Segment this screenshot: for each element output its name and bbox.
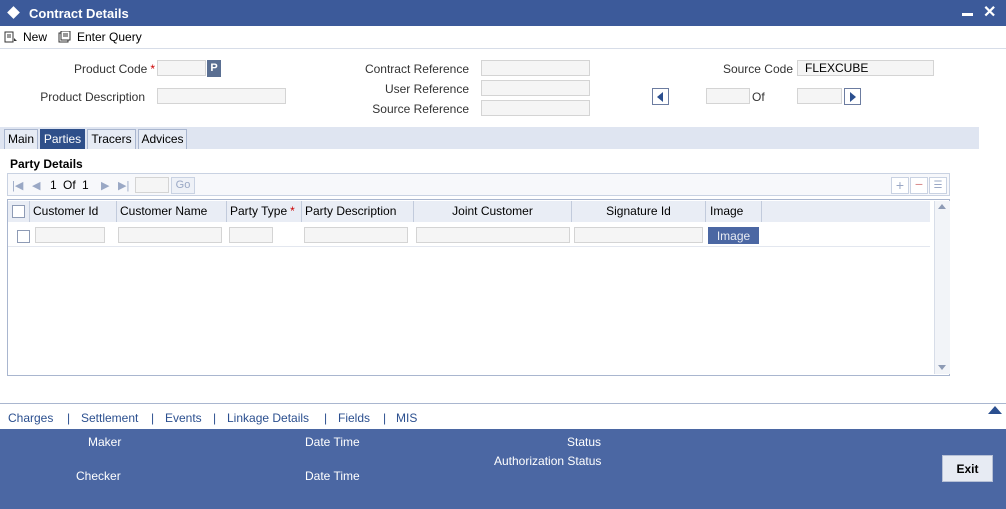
checker-label: Checker <box>76 469 121 483</box>
link-separator: | <box>324 411 328 425</box>
pager-current: 1 <box>50 178 57 192</box>
link-linkage-details[interactable]: Linkage Details <box>227 411 309 425</box>
link-settlement[interactable]: Settlement <box>81 411 138 425</box>
source-code-label: Source Code <box>722 62 793 76</box>
scroll-down-icon[interactable] <box>938 365 946 370</box>
pager-goto-input[interactable] <box>135 177 169 193</box>
user-reference-label: User Reference <box>384 82 469 96</box>
single-view-icon[interactable]: ☰ <box>929 177 947 194</box>
new-button[interactable]: New <box>4 29 47 45</box>
signature-id-input[interactable] <box>574 227 703 243</box>
party-details-title: Party Details <box>10 157 83 171</box>
minimize-icon[interactable] <box>962 13 973 16</box>
user-reference-input[interactable] <box>481 80 590 96</box>
status-label: Status <box>567 435 602 449</box>
enter-query-button[interactable]: Enter Query <box>58 29 142 45</box>
previous-arrow-icon <box>657 92 663 102</box>
pager-of: Of <box>63 178 76 192</box>
audit-footer: Maker Date Time Status Authorization Sta… <box>0 429 1006 509</box>
header-filler <box>762 201 930 222</box>
tab-strip: Main Parties Tracers Advices <box>0 127 979 149</box>
required-mark: * <box>150 62 155 76</box>
row-checkbox[interactable] <box>17 230 30 243</box>
product-description-input[interactable] <box>157 88 286 104</box>
maker-date-time-label: Date Time <box>305 435 360 449</box>
enter-query-label: Enter Query <box>77 30 142 44</box>
source-reference-input[interactable] <box>481 100 590 116</box>
col-party-description: Party Description <box>302 201 414 222</box>
header-select-all-cell <box>8 201 30 222</box>
party-details-grid: Customer Id Customer Name Party Type * Pa… <box>7 199 950 376</box>
prev-page-icon[interactable]: ◀ <box>32 179 40 192</box>
product-code-label: Product Code * <box>40 62 155 76</box>
link-fields[interactable]: Fields <box>338 411 370 425</box>
exit-button[interactable]: Exit <box>942 455 993 482</box>
maker-label: Maker <box>88 435 122 449</box>
grid-vertical-scrollbar[interactable] <box>934 201 950 374</box>
contract-reference-input[interactable] <box>481 60 590 76</box>
close-icon[interactable]: ✕ <box>983 2 996 22</box>
link-bar: Charges | Settlement | Events | Linkage … <box>0 403 1006 430</box>
pager-go-button[interactable]: Go <box>171 177 195 194</box>
checker-date-time-label: Date Time <box>305 469 360 483</box>
next-page-icon[interactable]: ▶ <box>101 179 109 192</box>
col-party-type-text: Party Type <box>230 204 288 218</box>
enter-query-icon <box>58 31 71 43</box>
collapse-up-icon[interactable] <box>988 406 1002 414</box>
link-separator: | <box>213 411 217 425</box>
party-type-required-mark: * <box>290 204 295 218</box>
scroll-up-icon[interactable] <box>938 204 946 209</box>
product-description-label: Product Description <box>40 90 145 104</box>
link-mis[interactable]: MIS <box>396 411 417 425</box>
col-customer-name: Customer Name <box>117 201 227 222</box>
next-arrow-icon <box>850 92 856 102</box>
customer-name-input[interactable] <box>118 227 222 243</box>
col-signature-id: Signature Id <box>572 201 706 222</box>
link-events[interactable]: Events <box>165 411 202 425</box>
source-code-input[interactable]: FLEXCUBE <box>797 60 934 76</box>
tab-parties[interactable]: Parties <box>40 129 85 149</box>
next-record-button[interactable] <box>844 88 861 105</box>
select-all-checkbox[interactable] <box>12 205 25 218</box>
source-reference-label: Source Reference <box>372 102 469 116</box>
product-code-input[interactable] <box>157 60 206 76</box>
delete-row-icon[interactable]: − <box>910 177 928 194</box>
party-description-input[interactable] <box>304 227 408 243</box>
contract-reference-label: Contract Reference <box>364 62 469 76</box>
new-label: New <box>23 30 48 44</box>
link-separator: | <box>67 411 71 425</box>
new-icon <box>4 31 17 43</box>
window-title: Contract Details <box>29 6 129 21</box>
tab-advices[interactable]: Advices <box>138 129 187 149</box>
previous-record-button[interactable] <box>652 88 669 105</box>
diamond-icon <box>7 6 20 19</box>
customer-id-input[interactable] <box>35 227 105 243</box>
tab-tracers[interactable]: Tracers <box>87 129 136 149</box>
tab-main[interactable]: Main <box>4 129 38 149</box>
product-code-lov-button[interactable]: P <box>207 60 221 77</box>
party-type-input[interactable] <box>229 227 273 243</box>
record-total-input[interactable] <box>797 88 842 104</box>
image-button[interactable]: Image <box>708 227 759 244</box>
link-charges[interactable]: Charges <box>8 411 53 425</box>
col-party-type: Party Type * <box>227 201 302 222</box>
last-page-icon[interactable]: ▶| <box>118 179 129 192</box>
col-customer-id: Customer Id <box>30 201 117 222</box>
col-joint-customer: Joint Customer <box>414 201 572 222</box>
link-separator: | <box>383 411 387 425</box>
col-image: Image <box>706 201 762 222</box>
first-page-icon[interactable]: |◀ <box>12 179 23 192</box>
record-current-input[interactable] <box>706 88 750 104</box>
toolbar: New Enter Query <box>0 26 1006 49</box>
record-of-label: Of <box>752 90 765 104</box>
product-code-text: Product Code <box>73 62 148 76</box>
authorization-status-label: Authorization Status <box>494 454 602 468</box>
add-row-icon[interactable]: + <box>891 177 909 194</box>
link-separator: | <box>151 411 155 425</box>
table-row: Image <box>8 224 930 247</box>
joint-customer-input[interactable] <box>416 227 570 243</box>
pager-total: 1 <box>82 178 89 192</box>
title-bar: Contract Details ✕ <box>0 0 1006 26</box>
grid-pager: |◀ ◀ 1 Of 1 ▶ ▶| Go + − ☰ <box>7 173 950 196</box>
